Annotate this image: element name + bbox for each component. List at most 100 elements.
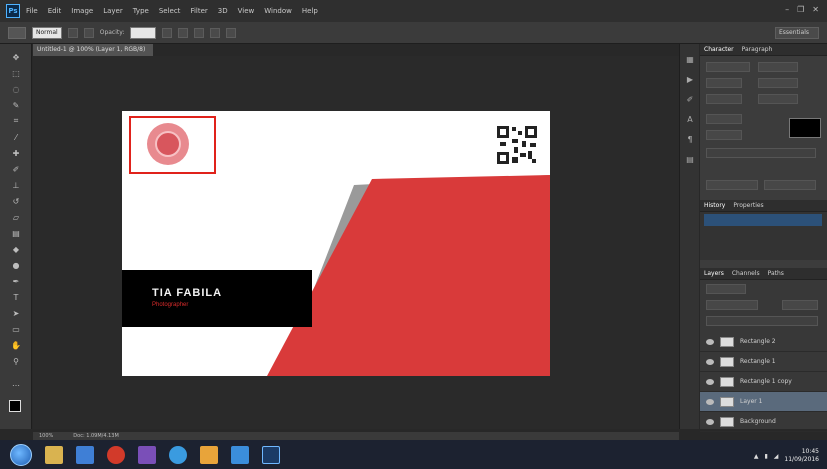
network-icon[interactable]: ▮ bbox=[764, 453, 767, 460]
type-tool-icon[interactable]: T bbox=[10, 292, 22, 302]
vertical-scale-field[interactable] bbox=[706, 114, 742, 124]
visibility-eye-icon[interactable] bbox=[706, 418, 714, 425]
layer-row[interactable]: Rectangle 1 bbox=[700, 352, 827, 372]
healing-tool-icon[interactable]: ✚ bbox=[10, 148, 22, 158]
maximize-button[interactable]: ❐ bbox=[797, 5, 804, 14]
photoshop-icon[interactable] bbox=[262, 445, 280, 464]
type-style-buttons[interactable] bbox=[706, 148, 816, 158]
crop-tool-icon[interactable]: ⌗ bbox=[10, 116, 22, 126]
tab-character[interactable]: Character bbox=[704, 46, 734, 53]
move-tool-icon[interactable]: ✥ bbox=[10, 52, 22, 62]
menu-file[interactable]: File bbox=[26, 7, 38, 15]
language-select[interactable] bbox=[706, 180, 758, 190]
explorer-icon[interactable] bbox=[45, 445, 63, 464]
menu-view[interactable]: View bbox=[238, 7, 255, 15]
tool-preset-picker[interactable] bbox=[8, 26, 26, 39]
layer-row[interactable]: Rectangle 1 copy bbox=[700, 372, 827, 392]
tab-paragraph[interactable]: Paragraph bbox=[742, 46, 773, 53]
paragraph-panel-icon[interactable]: ¶ bbox=[685, 134, 695, 144]
history-state-item[interactable] bbox=[704, 214, 822, 226]
eraser-tool-icon[interactable]: ▱ bbox=[10, 212, 22, 222]
path-select-tool-icon[interactable]: ➤ bbox=[10, 308, 22, 318]
files-icon[interactable] bbox=[200, 445, 218, 464]
menu-edit[interactable]: Edit bbox=[48, 7, 62, 15]
font-size-field[interactable] bbox=[706, 78, 742, 88]
zoom-tool-icon[interactable]: ⚲ bbox=[10, 356, 22, 366]
menu-3d[interactable]: 3D bbox=[218, 7, 228, 15]
history-panel-icon[interactable]: ▦ bbox=[685, 54, 695, 64]
gradient-tool-icon[interactable]: ▤ bbox=[10, 228, 22, 238]
chrome-icon[interactable] bbox=[169, 445, 187, 464]
layer-row[interactable]: Background bbox=[700, 412, 827, 432]
clock[interactable]: 10:45 11/09/2016 bbox=[784, 448, 819, 464]
tab-properties[interactable]: Properties bbox=[733, 202, 763, 209]
leading-field[interactable] bbox=[758, 78, 798, 88]
distribute-icon[interactable] bbox=[210, 27, 221, 38]
quick-select-tool-icon[interactable]: ✎ bbox=[10, 100, 22, 110]
close-button[interactable]: ✕ bbox=[812, 5, 819, 14]
more-tools-icon[interactable]: … bbox=[10, 378, 22, 388]
vs-icon[interactable] bbox=[138, 445, 156, 464]
document-tab[interactable]: Untitled-1 @ 100% (Layer 1, RGB/8) bbox=[33, 44, 153, 56]
option-toggle[interactable] bbox=[83, 27, 94, 38]
align-right-icon[interactable] bbox=[194, 27, 205, 38]
workspace-select[interactable]: Essentials bbox=[775, 27, 819, 39]
volume-icon[interactable]: ◢ bbox=[774, 453, 779, 460]
tab-history[interactable]: History bbox=[704, 202, 725, 209]
blend-mode-select[interactable] bbox=[706, 300, 758, 310]
visibility-eye-icon[interactable] bbox=[706, 358, 714, 365]
opacity-field[interactable] bbox=[130, 26, 157, 39]
antialias-select[interactable] bbox=[764, 180, 816, 190]
layer-row-selected[interactable]: Layer 1 bbox=[700, 392, 827, 412]
tray-arrow-icon[interactable]: ▲ bbox=[754, 453, 759, 460]
brush-panel-icon[interactable]: ✐ bbox=[685, 94, 695, 104]
menu-window[interactable]: Window bbox=[264, 7, 292, 15]
menu-image[interactable]: Image bbox=[71, 7, 93, 15]
visibility-eye-icon[interactable] bbox=[706, 378, 714, 385]
blur-tool-icon[interactable]: ◆ bbox=[10, 244, 22, 254]
start-button[interactable] bbox=[10, 443, 32, 466]
lock-buttons[interactable] bbox=[706, 316, 818, 326]
dodge-tool-icon[interactable]: ● bbox=[10, 260, 22, 270]
ie-icon[interactable] bbox=[231, 445, 249, 464]
properties-panel-icon[interactable]: ▤ bbox=[685, 154, 695, 164]
menu-select[interactable]: Select bbox=[159, 7, 181, 15]
brush-tool-icon[interactable]: ✐ bbox=[10, 164, 22, 174]
layer-row[interactable]: Rectangle 2 bbox=[700, 332, 827, 352]
foreground-color-swatch[interactable] bbox=[9, 400, 21, 412]
lasso-tool-icon[interactable]: ◌ bbox=[10, 84, 22, 94]
text-color-swatch[interactable] bbox=[789, 118, 821, 138]
shape-tool-icon[interactable]: ▭ bbox=[10, 324, 22, 334]
pen-tool-icon[interactable]: ✒ bbox=[10, 276, 22, 286]
font-style-field[interactable] bbox=[758, 62, 798, 72]
mode-select[interactable]: Normal bbox=[32, 26, 62, 39]
tab-channels[interactable]: Channels bbox=[732, 270, 760, 277]
eyedropper-tool-icon[interactable]: ⁄ bbox=[10, 132, 22, 142]
history-brush-tool-icon[interactable]: ↺ bbox=[10, 196, 22, 206]
tab-layers[interactable]: Layers bbox=[704, 270, 724, 277]
menu-layer[interactable]: Layer bbox=[103, 7, 123, 15]
opera-icon[interactable] bbox=[107, 445, 125, 464]
hand-tool-icon[interactable]: ✋ bbox=[10, 340, 22, 350]
minimize-button[interactable]: – bbox=[785, 5, 789, 14]
layer-filter-select[interactable] bbox=[706, 284, 746, 294]
menu-filter[interactable]: Filter bbox=[190, 7, 207, 15]
clone-stamp-tool-icon[interactable]: ⊥ bbox=[10, 180, 22, 190]
layer-opacity-field[interactable] bbox=[782, 300, 818, 310]
baseline-field[interactable] bbox=[706, 130, 742, 140]
align-left-icon[interactable] bbox=[162, 27, 173, 38]
media-icon[interactable] bbox=[76, 445, 94, 464]
visibility-eye-icon[interactable] bbox=[706, 398, 714, 405]
kerning-field[interactable] bbox=[706, 94, 742, 104]
tracking-field[interactable] bbox=[758, 94, 798, 104]
option-toggle[interactable] bbox=[67, 27, 78, 38]
tab-paths[interactable]: Paths bbox=[768, 270, 784, 277]
character-panel-icon[interactable]: A bbox=[685, 114, 695, 124]
marquee-tool-icon[interactable]: ⬚ bbox=[10, 68, 22, 78]
menu-type[interactable]: Type bbox=[133, 7, 149, 15]
zoom-level[interactable]: 100% bbox=[39, 433, 53, 439]
distribute-icon[interactable] bbox=[226, 27, 237, 38]
actions-panel-icon[interactable]: ▶ bbox=[685, 74, 695, 84]
font-family-field[interactable] bbox=[706, 62, 750, 72]
align-center-icon[interactable] bbox=[178, 27, 189, 38]
